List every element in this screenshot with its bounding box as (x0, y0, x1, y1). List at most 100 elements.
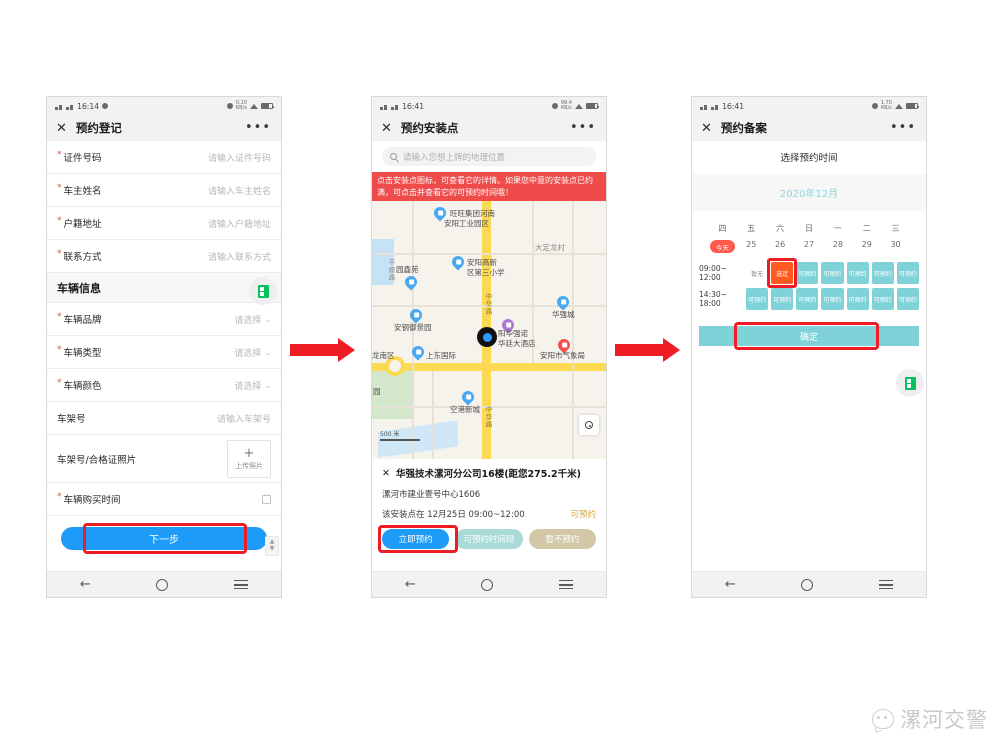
location-search-input[interactable]: 请输入您想上牌的地理位置 (382, 147, 596, 166)
slot-cell-available[interactable]: 可预约 (821, 262, 844, 284)
customer-service-icon[interactable] (896, 369, 924, 397)
map-label: 园鑫苑 (396, 265, 419, 275)
android-recent-icon[interactable] (559, 580, 574, 589)
slot-cell-available[interactable]: 可预约 (846, 262, 869, 284)
android-home-icon[interactable] (801, 578, 814, 591)
android-recent-icon[interactable] (234, 580, 249, 589)
slot-cell-available[interactable]: 可预约 (771, 288, 794, 310)
battery-icon (586, 103, 599, 109)
field-row-vin[interactable]: 车架号 请输入车架号 (47, 402, 281, 435)
calendar-date[interactable]: 28 (823, 240, 852, 253)
field-row-owner-name[interactable]: * 车主姓名 请输入车主姓名 (47, 174, 281, 207)
field-label: 车主姓名 (63, 186, 102, 197)
android-home-icon[interactable] (481, 578, 494, 591)
id-number-input[interactable]: 请输入证件号码 (208, 151, 271, 164)
calendar-date[interactable]: 29 (852, 240, 881, 253)
status-bar: 16:41 1.70 KB/s (692, 97, 926, 115)
android-home-icon[interactable] (156, 578, 169, 591)
more-icon[interactable]: ••• (890, 121, 916, 134)
required-marker: * (57, 378, 62, 388)
calendar-date[interactable]: 26 (766, 240, 795, 253)
shield-icon (871, 103, 878, 109)
android-recent-icon[interactable] (879, 580, 894, 589)
slot-cell-available[interactable]: 可预约 (896, 288, 919, 310)
chevron-down-icon: ⌄ (264, 380, 271, 390)
calendar-date[interactable]: 27 (795, 240, 824, 253)
select-value: 请选择 (234, 315, 262, 326)
customer-service-icon[interactable] (249, 277, 277, 305)
battery-icon (906, 103, 919, 109)
required-marker: * (57, 183, 62, 193)
required-marker: * (57, 249, 62, 259)
tip-banner: 点击安装点图标，可查看它的详情。如果您中意的安装点已约满，可点击并查看它的可预约… (372, 172, 606, 202)
android-back-icon[interactable]: ← (80, 577, 91, 592)
field-label: 车辆类型 (63, 348, 102, 359)
close-icon[interactable]: ✕ (382, 468, 390, 479)
month-label: 2020年12月 (692, 174, 926, 211)
android-back-icon[interactable]: ← (405, 577, 416, 592)
vin-input[interactable]: 请输入车架号 (217, 412, 271, 425)
slot-cell-available[interactable]: 可预约 (896, 262, 919, 284)
close-icon[interactable]: ✕ (701, 122, 712, 135)
slot-cell-available[interactable]: 可预约 (846, 288, 869, 310)
field-row-contact[interactable]: * 联系方式 请输入联系方式 (47, 240, 281, 273)
field-row-purchase-date[interactable]: * 车辆购买时间 (47, 483, 281, 516)
contact-input[interactable]: 请输入联系方式 (208, 250, 271, 263)
slot-cell-available[interactable]: 可预约 (746, 288, 769, 310)
confirm-button[interactable]: 确定 (699, 326, 919, 346)
install-point-time: 该安装点在 12月25日 09:00~12:00 (382, 510, 525, 521)
slot-cell-available[interactable]: 可预约 (821, 288, 844, 310)
slot-time-label: 14:30~ 18:00 (699, 290, 727, 308)
plus-icon: + (243, 445, 255, 461)
purchase-date-picker[interactable] (262, 493, 271, 504)
phone-screen-registration: 16:14 0.20 KB/s ✕ 预约登记 ••• * 证件号码 请输入证件号码… (46, 96, 282, 598)
scroll-stepper[interactable]: ▲ ▼ (265, 536, 279, 556)
slot-cell-available[interactable]: 可预约 (796, 262, 819, 284)
page-title: 预约登记 (75, 121, 122, 135)
calendar-date-today[interactable]: 今天 (708, 240, 737, 253)
calendar-date[interactable]: 30 (881, 240, 910, 253)
field-row-id-number[interactable]: * 证件号码 请输入证件号码 (47, 141, 281, 174)
chevron-down-icon: ⌄ (264, 314, 271, 324)
more-icon[interactable]: ••• (245, 121, 271, 134)
vehicle-type-select[interactable]: 请选择 ⌄ (234, 346, 271, 359)
field-row-vehicle-brand[interactable]: * 车辆品牌 请选择 ⌄ (47, 303, 281, 336)
field-row-vehicle-color[interactable]: * 车辆颜色 请选择 ⌄ (47, 369, 281, 402)
select-time-subtitle: 选择预约时间 (692, 141, 926, 174)
slot-cell-available[interactable]: 可预约 (871, 262, 894, 284)
map-label: 园 (373, 387, 381, 397)
calendar-weekday-row: 四 五 六 日 一 二 三 今天 25 26 27 28 29 30 (692, 211, 926, 253)
next-step-button[interactable]: 下一步 (61, 527, 267, 550)
data-rate-label: 0.20 KB/s (235, 100, 247, 111)
household-address-input[interactable]: 请输入户籍地址 (208, 217, 271, 230)
map-road-main-horizontal (372, 363, 606, 372)
slot-cell-available[interactable]: 可预约 (871, 288, 894, 310)
slot-cell-selected[interactable]: 选定 (767, 258, 798, 288)
vehicle-brand-select[interactable]: 请选择 ⌄ (234, 313, 271, 326)
field-row-photo-upload[interactable]: 车架号/合格证照片 + 上传照片 (47, 435, 281, 483)
close-icon[interactable]: ✕ (56, 122, 67, 135)
map-road-thin-7 (432, 371, 434, 460)
map-road-label: 中华路 (484, 406, 492, 429)
not-now-button[interactable]: 暂不预约 (528, 529, 596, 550)
locate-me-button[interactable] (579, 415, 599, 436)
field-label: 车辆购买时间 (63, 495, 121, 506)
available-slots-button[interactable]: 可预约时间段 (455, 529, 523, 550)
status-bar: 16:41 99.4 KB/s (372, 97, 606, 115)
book-now-button[interactable]: 立即预约 (382, 529, 450, 550)
map-label: 安阳市气象局 (540, 351, 585, 361)
slot-cell-available[interactable]: 可预约 (796, 288, 819, 310)
wifi-icon (250, 103, 258, 109)
close-icon[interactable]: ✕ (381, 122, 392, 135)
upload-photo-button[interactable]: + 上传照片 (227, 439, 271, 478)
more-icon[interactable]: ••• (570, 121, 596, 134)
map-canvas[interactable]: 旺旺集团河南 安阳工业园区 大定龙村 园鑫苑 安阳高新 区第三小学 华强城 安钢御… (372, 201, 606, 460)
android-back-icon[interactable]: ← (725, 577, 736, 592)
calendar-date[interactable]: 25 (737, 240, 766, 253)
required-marker: * (57, 312, 62, 322)
map-label: 安阳高新 区第三小学 (467, 258, 505, 277)
owner-name-input[interactable]: 请输入车主姓名 (208, 184, 271, 197)
field-row-vehicle-type[interactable]: * 车辆类型 请选择 ⌄ (47, 336, 281, 369)
vehicle-color-select[interactable]: 请选择 ⌄ (234, 379, 271, 392)
field-row-household-address[interactable]: * 户籍地址 请输入户籍地址 (47, 207, 281, 240)
